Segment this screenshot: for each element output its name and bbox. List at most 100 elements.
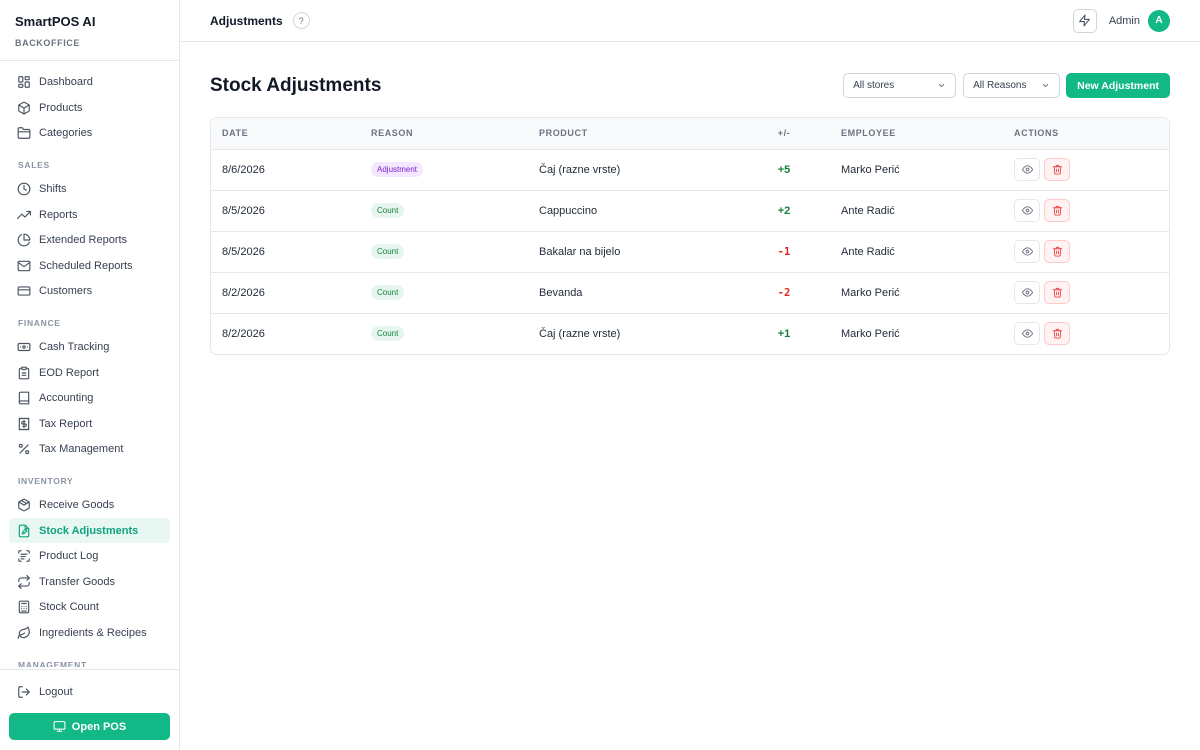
sidebar-item-label: Cash Tracking bbox=[39, 341, 110, 353]
cell-actions bbox=[1003, 149, 1169, 190]
sidebar-item-extended-reports[interactable]: Extended Reports bbox=[9, 228, 170, 253]
sidebar-item-products[interactable]: Products bbox=[9, 95, 170, 120]
sidebar-item-categories[interactable]: Categories bbox=[9, 121, 170, 146]
sidebar-item-label: Scheduled Reports bbox=[39, 259, 133, 272]
cell-date: 8/2/2026 bbox=[222, 327, 265, 340]
cell-employee: Marko Perić bbox=[841, 163, 900, 176]
sidebar-section-finance: FINANCE bbox=[18, 318, 61, 328]
sidebar-item-ingredients-and-recipes[interactable]: Ingredients & Recipes bbox=[9, 620, 170, 645]
cell-date: 8/2/2026 bbox=[222, 286, 265, 299]
cell-reason: Adjustment bbox=[360, 149, 528, 190]
cell-employee: Ante Radić bbox=[841, 204, 895, 217]
sidebar-item-scheduled-reports[interactable]: Scheduled Reports bbox=[9, 253, 170, 278]
cell-actions bbox=[1003, 190, 1169, 231]
page-header: Stock Adjustments All stores All Reasons… bbox=[210, 73, 1170, 98]
trash-icon bbox=[1052, 287, 1063, 298]
sidebar-item-transfer-goods[interactable]: Transfer Goods bbox=[9, 569, 170, 594]
column-header-delta: +/- bbox=[738, 118, 830, 150]
sidebar-item-tax-report[interactable]: Tax Report bbox=[9, 411, 170, 436]
view-button[interactable] bbox=[1014, 199, 1040, 222]
sidebar-item-dashboard[interactable]: Dashboard bbox=[9, 70, 170, 95]
sidebar-item-label: Tax Management bbox=[39, 443, 124, 455]
quantity-delta: +2 bbox=[777, 204, 791, 217]
reason-select[interactable]: All Reasons bbox=[963, 73, 1061, 98]
help-icon[interactable]: ? bbox=[292, 12, 310, 29]
filters: All stores All Reasons New Adjustment bbox=[836, 73, 1170, 98]
column-header-date: DATE bbox=[211, 118, 360, 150]
sidebar-item-stock-count[interactable]: Stock Count bbox=[9, 595, 170, 620]
delete-button[interactable] bbox=[1044, 158, 1070, 181]
eye-icon bbox=[1021, 205, 1033, 216]
column-header-product: PRODUCT bbox=[528, 118, 738, 150]
sidebar-item-label: Products bbox=[39, 101, 83, 114]
cell-product: Bakalar na bijelo bbox=[539, 245, 621, 258]
sidebar-item-label: Stock Count bbox=[39, 601, 99, 613]
trash-icon bbox=[1052, 328, 1063, 339]
sidebar-item-eod-report[interactable]: EOD Report bbox=[9, 360, 170, 385]
cell-actions bbox=[1003, 313, 1169, 354]
view-button[interactable] bbox=[1014, 322, 1040, 346]
chevron-down-icon bbox=[937, 81, 946, 90]
cell-delta: -1 bbox=[738, 231, 830, 272]
sidebar-item-product-log[interactable]: Product Log bbox=[9, 544, 170, 569]
cell-reason: Count bbox=[360, 231, 528, 272]
page-title: Stock Adjustments bbox=[210, 74, 382, 96]
sidebar-section-sales: SALES bbox=[18, 160, 50, 170]
sidebar-item-shifts[interactable]: Shifts bbox=[9, 177, 170, 202]
delete-button[interactable] bbox=[1044, 322, 1070, 346]
column-header-reason: REASON bbox=[360, 118, 528, 150]
eye-icon bbox=[1021, 328, 1033, 339]
package-icon bbox=[17, 498, 31, 512]
avatar[interactable]: A bbox=[1148, 9, 1170, 32]
eye-icon bbox=[1021, 246, 1033, 257]
sidebar-nav: Dashboard Products Categories SALES Shifts Re… bbox=[0, 61, 179, 667]
cell-delta: +2 bbox=[738, 190, 830, 231]
logout-button[interactable]: Logout bbox=[9, 682, 170, 702]
delete-button[interactable] bbox=[1044, 240, 1070, 263]
sidebar-item-accounting[interactable]: Accounting bbox=[9, 386, 170, 411]
sidebar-item-receive-goods[interactable]: Receive Goods bbox=[9, 493, 170, 518]
sidebar-item-cash-tracking[interactable]: Cash Tracking bbox=[9, 335, 170, 360]
pie-chart-icon bbox=[17, 233, 31, 247]
eye-icon bbox=[1021, 164, 1033, 175]
delete-button[interactable] bbox=[1044, 199, 1070, 222]
quick-actions-button[interactable] bbox=[1072, 8, 1097, 33]
reason-select-value: All Reasons bbox=[973, 80, 1027, 91]
reason-badge: Count bbox=[371, 203, 405, 218]
sidebar-item-customers[interactable]: Customers bbox=[9, 279, 170, 304]
sidebar-item-label: Tax Report bbox=[39, 417, 93, 430]
quantity-delta: -1 bbox=[777, 245, 791, 258]
cell-product: Čaj (razne vrste) bbox=[539, 327, 621, 340]
view-button[interactable] bbox=[1014, 240, 1040, 263]
folder-icon bbox=[17, 126, 31, 140]
sidebar-item-label: Ingredients & Recipes bbox=[39, 626, 147, 639]
sidebar-item-tax-management[interactable]: Tax Management bbox=[9, 437, 170, 462]
sidebar-item-label: Reports bbox=[39, 208, 78, 221]
percent-icon bbox=[17, 442, 31, 456]
trash-icon bbox=[1052, 205, 1063, 216]
cell-employee: Ante Radić bbox=[841, 245, 895, 258]
sidebar-item-reports[interactable]: Reports bbox=[9, 202, 170, 227]
open-pos-label: Open POS bbox=[71, 720, 127, 733]
new-adjustment-button[interactable]: New Adjustment bbox=[1066, 73, 1170, 98]
reason-badge: Count bbox=[371, 285, 405, 300]
view-button[interactable] bbox=[1014, 281, 1040, 304]
book-icon bbox=[17, 391, 31, 405]
view-button[interactable] bbox=[1014, 158, 1040, 181]
logout-icon bbox=[17, 685, 31, 699]
table-row: 8/5/2026 Count Bakalar na bijelo -1 Ante Rad… bbox=[211, 231, 1169, 272]
leaf-icon bbox=[17, 626, 31, 640]
topbar-title: Adjustments bbox=[210, 13, 283, 28]
sidebar-item-stock-adjustments[interactable]: Stock Adjustments bbox=[9, 518, 170, 543]
sidebar-item-label: EOD Report bbox=[39, 366, 99, 379]
cell-reason: Count bbox=[360, 313, 528, 354]
table-row: 8/2/2026 Count Bevanda -2 Marko Perić bbox=[211, 272, 1169, 313]
brand: SmartPOS AI BACKOFFICE bbox=[0, 0, 179, 61]
store-select[interactable]: All stores bbox=[843, 73, 957, 98]
delete-button[interactable] bbox=[1044, 281, 1070, 304]
card-icon bbox=[17, 284, 31, 298]
sidebar-item-label: Product Log bbox=[39, 550, 99, 562]
brand-title: SmartPOS AI bbox=[15, 14, 96, 29]
main-area: Adjustments ? Admin A Stock Adjustments … bbox=[180, 0, 1200, 750]
open-pos-button[interactable]: Open POS bbox=[9, 713, 170, 740]
